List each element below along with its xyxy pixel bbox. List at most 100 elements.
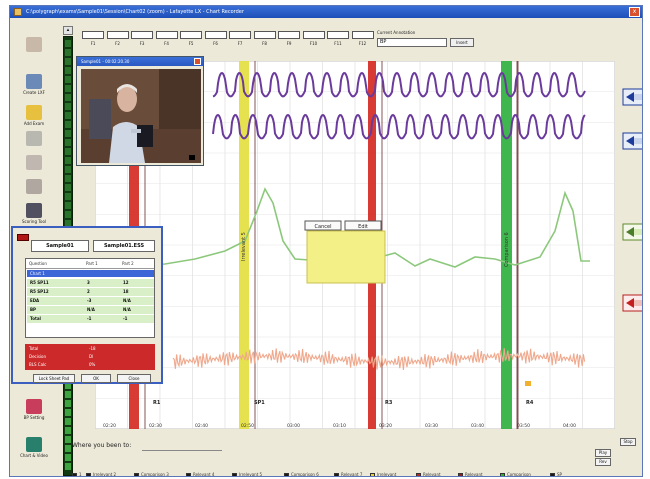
channel-label: F6 [213, 41, 218, 46]
annotation-input[interactable]: BP [377, 38, 447, 47]
channel-button-8[interactable] [253, 31, 276, 39]
score-panel: Sample01 Sample01.ESS Question Part 1 Pa… [11, 226, 163, 384]
table-cell: -3 [87, 298, 92, 303]
meter-led [65, 103, 71, 110]
channel-button-7[interactable] [229, 31, 251, 39]
tab-sample01[interactable]: Sample01 [31, 240, 89, 252]
channel-button-10[interactable] [302, 31, 325, 39]
legend-item[interactable]: Relevant [416, 470, 441, 477]
legend-swatch [72, 472, 77, 476]
vertical-label: Comparison 6 [504, 232, 510, 267]
channel-button-11[interactable] [327, 31, 349, 39]
cardio-control-icon[interactable] [622, 292, 642, 314]
legend-item[interactable]: SP [550, 470, 562, 477]
legend-item[interactable]: Irrelevant [370, 470, 397, 477]
legend-label: Comparison 6 [291, 472, 319, 477]
channel-button-5[interactable] [180, 31, 202, 39]
channel-button-2[interactable] [106, 31, 129, 39]
legend-item[interactable]: Relevant 7 [334, 470, 363, 477]
legend-label: Relevant 7 [341, 472, 363, 477]
table-row[interactable]: R5 SP11 3 12 [27, 279, 154, 287]
window-title: C:\polygraph\exams\Sample01\Session\Char… [26, 9, 244, 15]
record-icon [26, 37, 42, 52]
annotation-marker: SP1 [254, 400, 265, 406]
header-part2: Part 2 [122, 261, 134, 266]
lock-sheet-button[interactable]: Lock Sheet Pad [33, 374, 75, 383]
channel-button-6[interactable] [204, 31, 227, 39]
meter-led [65, 202, 71, 209]
meter-led [65, 49, 71, 56]
legend-item[interactable]: Comparison [500, 470, 531, 476]
annotation-insert-button[interactable]: Insert [450, 38, 474, 47]
result-cell: DI [89, 354, 94, 359]
meter-led [65, 121, 71, 128]
legend-label: Irrelevant 5 [239, 472, 263, 477]
document-icon [26, 131, 42, 146]
channel-label: F4 [164, 41, 169, 46]
selected-row[interactable]: Chart 1 [27, 270, 154, 277]
meter-led [65, 67, 71, 74]
legend-item[interactable]: Comparison 6 [284, 470, 319, 477]
time-label: 03:20 [379, 423, 392, 429]
title-bar[interactable]: C:\polygraph\exams\Sample01\Session\Char… [10, 6, 642, 18]
ok-button[interactable]: OK [81, 374, 111, 383]
channel-button-3[interactable] [131, 31, 153, 39]
legend-item[interactable]: Relevant 4 [186, 470, 214, 476]
toolbar-button-1[interactable] [12, 36, 56, 68]
stop-button[interactable]: Stop [620, 438, 636, 446]
legend-bar: 1 Irrelevant 2 Comparison 3 Relevant 4 Irrel… [72, 470, 592, 477]
pneumo-control-icon[interactable] [622, 86, 642, 108]
table-cell: R5 SP12 [30, 289, 49, 294]
channel-button-9[interactable] [278, 31, 300, 39]
where-input[interactable] [142, 450, 222, 451]
popup-edit-label: Edit [358, 224, 368, 230]
where-label: Where you been to: [72, 442, 132, 449]
table-row[interactable]: Total -1 -1 [27, 315, 154, 323]
channel-button-12[interactable] [351, 31, 374, 39]
legend-label: SP [557, 472, 562, 477]
meter-up-button[interactable]: ▴ [63, 26, 73, 35]
legend-swatch [134, 472, 139, 476]
toolbar-button-2[interactable]: Create LXF [12, 73, 56, 105]
pneumo2-control-icon[interactable] [622, 130, 642, 152]
legend-item[interactable]: Irrelevant 5 [232, 470, 263, 477]
play-button[interactable]: Play [595, 449, 611, 457]
table-row[interactable]: EDA -3 N/A [27, 297, 154, 305]
rev-button[interactable]: Rev [595, 458, 611, 466]
meter-led [65, 211, 71, 218]
channel-label: F5 [188, 41, 194, 46]
channel-button-1[interactable] [82, 31, 104, 39]
stop-icon[interactable] [189, 155, 195, 160]
legend-label: Comparison 3 [141, 472, 169, 477]
table-cell: R5 SP11 [30, 280, 49, 285]
table-cell: BP [30, 307, 36, 312]
toolbar-label: Chart & Video [20, 453, 48, 458]
meter-led [65, 94, 71, 101]
channel-button-4[interactable] [155, 31, 178, 39]
result-cell: Decision [29, 354, 47, 359]
table-row[interactable]: BP N/A N/A [27, 306, 154, 314]
score-table-header: Question Part 1 Part 2 [26, 259, 154, 269]
annotation-marker: R3 [385, 400, 393, 406]
video-window[interactable]: Sample01 - 00:02:20.30 [76, 56, 204, 166]
eda-control-icon[interactable] [622, 221, 642, 243]
toolbar-button-9[interactable]: Chart & Video [12, 436, 56, 468]
legend-item[interactable]: Relevant [458, 470, 483, 476]
table-row[interactable]: R5 SP12 2 18 [27, 288, 154, 296]
legend-label: Relevant [423, 472, 441, 477]
table-cell: 18 [123, 289, 129, 294]
panel-close-button[interactable]: Close [117, 374, 151, 383]
video-close-icon[interactable] [194, 58, 201, 65]
toolbar-button-8[interactable]: BP Setting [12, 398, 56, 430]
legend-label: Irrelevant [377, 472, 397, 477]
legend-item[interactable]: Comparison 3 [134, 470, 169, 477]
tab-sample01-ess[interactable]: Sample01.ESS [93, 240, 155, 252]
video-title: Sample01 - 00:02:20.30 [77, 57, 203, 66]
legend-item[interactable]: Irrelevant 2 [86, 470, 116, 476]
meter-led [65, 58, 71, 65]
toolbar-label: BP Setting [23, 415, 45, 420]
panel-handle-icon[interactable] [17, 234, 29, 241]
close-button[interactable]: x [629, 7, 640, 17]
legend-item[interactable]: 1 [72, 470, 82, 476]
time-label: 03:00 [287, 423, 300, 429]
